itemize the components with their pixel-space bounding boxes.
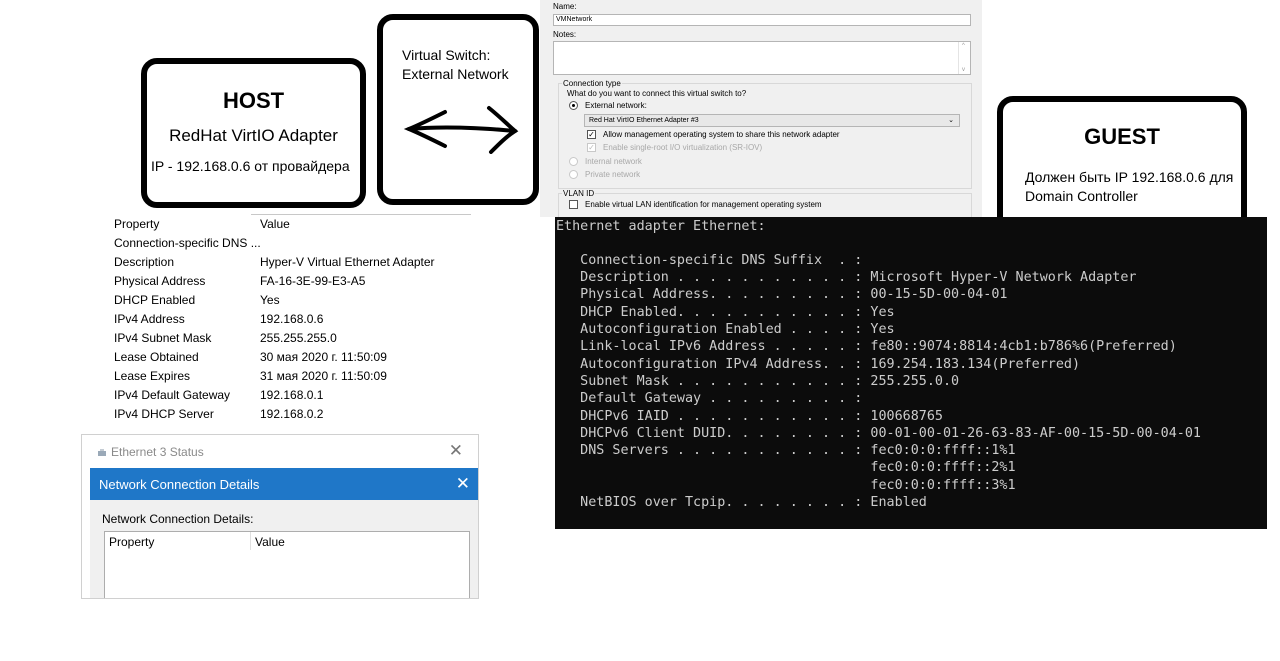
console-line: fec0:0:0:ffff::2%1 — [556, 460, 1016, 475]
table-row[interactable]: DHCP Enabled Yes — [111, 290, 471, 309]
connection-details-titlebar: Network Connection Details ✕ — [90, 468, 478, 500]
table-row[interactable]: IPv4 Address 192.168.0.6 — [111, 309, 471, 328]
connection-question: What do you want to connect this virtual… — [567, 89, 747, 98]
column-divider[interactable] — [250, 532, 251, 550]
property-value: Hyper-V Virtual Ethernet Adapter — [260, 255, 435, 269]
table-row[interactable]: Connection-specific DNS ... — [111, 233, 471, 252]
property-name: DHCP Enabled — [114, 293, 196, 307]
name-label: Name: — [553, 2, 577, 11]
sriov-label: Enable single-root I/O virtualization (S… — [603, 143, 763, 152]
vlan-id-label: VLAN ID — [562, 189, 596, 198]
console-line: Description . . . . . . . . . . . : Micr… — [556, 270, 1137, 285]
table-header-row: Property Value — [111, 214, 471, 233]
console-line: Default Gateway . . . . . . . . . : — [556, 391, 863, 406]
console-line: DNS Servers . . . . . . . . . . . : fec0… — [556, 443, 1016, 458]
network-adapter-select[interactable]: Red Hat VirtIO Ethernet Adapter #3 ⌄ — [584, 114, 960, 127]
external-network-radio[interactable] — [569, 101, 578, 110]
property-value: 31 мая 2020 г. 11:50:09 — [260, 369, 387, 383]
ethernet-status-title: Ethernet 3 Status — [111, 445, 204, 459]
virtual-switch-label: Virtual Switch: External Network — [402, 47, 509, 82]
external-network-label: External network: — [585, 101, 647, 110]
close-icon[interactable]: ✕ — [449, 441, 463, 461]
virtual-switch-annotation-box: Virtual Switch: External Network — [377, 14, 539, 205]
property-value: 30 мая 2020 г. 11:50:09 — [260, 350, 387, 364]
internal-network-label: Internal network — [585, 157, 642, 166]
virtual-switch-properties-panel: Name: VMNetwork Notes: ^ v Connection ty… — [540, 0, 982, 221]
host-annotation-box: HOST RedHat VirtIO Adapter IP - 192.168.… — [141, 58, 366, 208]
console-line: Autoconfiguration IPv4 Address. . : 169.… — [556, 357, 1081, 372]
console-line: Subnet Mask . . . . . . . . . . . : 255.… — [556, 374, 960, 389]
table-row[interactable]: IPv4 DHCP Server 192.168.0.2 — [111, 404, 471, 423]
column-header-value: Value — [260, 217, 290, 231]
notes-scrollbar[interactable]: ^ v — [958, 42, 970, 74]
property-name: IPv4 DHCP Server — [114, 407, 214, 421]
bidirectional-arrow-icon — [403, 106, 519, 154]
private-network-label: Private network — [585, 170, 641, 179]
connection-details-list[interactable]: Property Value — [104, 531, 470, 598]
network-adapter-icon — [98, 449, 106, 456]
scroll-up-icon[interactable]: ^ — [962, 43, 965, 49]
console-line: DHCP Enabled. . . . . . . . . . . : Yes — [556, 305, 895, 320]
property-value: Yes — [260, 293, 280, 307]
switch-name-input[interactable]: VMNetwork — [553, 14, 971, 26]
guest-title: GUEST — [1084, 124, 1160, 149]
table-row[interactable]: IPv4 Subnet Mask 255.255.255.0 — [111, 328, 471, 347]
vlan-checkbox-label: Enable virtual LAN identification for ma… — [585, 200, 822, 209]
property-name: Lease Expires — [114, 369, 191, 383]
table-row[interactable]: IPv4 Default Gateway 192.168.0.1 — [111, 385, 471, 404]
console-line: DHCPv6 Client DUID. . . . . . . . : 00-0… — [556, 426, 1201, 441]
property-value: 192.168.0.1 — [260, 388, 324, 402]
column-header-property: Property — [114, 217, 160, 231]
property-value: 192.168.0.2 — [260, 407, 324, 421]
vlan-checkbox[interactable] — [569, 200, 578, 209]
scroll-down-icon[interactable]: v — [962, 67, 965, 73]
column-header-property: Property — [109, 535, 155, 549]
property-name: Description — [114, 255, 175, 269]
console-line: DHCPv6 IAID . . . . . . . . . . . : 1006… — [556, 409, 943, 424]
connection-type-label: Connection type — [562, 79, 622, 88]
internal-network-radio[interactable] — [569, 157, 578, 166]
connection-details-body: Network Connection Details: Property Val… — [90, 500, 478, 598]
property-name: IPv4 Address — [114, 312, 185, 326]
table-row[interactable]: Lease Expires 31 мая 2020 г. 11:50:09 — [111, 366, 471, 385]
close-icon[interactable]: ✕ — [456, 474, 470, 494]
notes-textarea[interactable]: ^ v — [553, 41, 971, 75]
property-name: Lease Obtained — [114, 350, 199, 364]
console-line: Autoconfiguration Enabled . . . . : Yes — [556, 322, 895, 337]
allow-management-label: Allow management operating system to sha… — [603, 130, 840, 139]
host-title: HOST — [222, 88, 285, 113]
console-line: Physical Address. . . . . . . . . : 00-1… — [556, 287, 1008, 302]
private-network-radio[interactable] — [569, 170, 578, 179]
notes-label: Notes: — [553, 30, 577, 39]
table-row[interactable]: Physical Address FA-16-3E-99-E3-A5 — [111, 271, 471, 290]
guest-ip-note: Должен быть IP 192.168.0.6 для Domain Co… — [1025, 169, 1234, 204]
connection-details-title: Network Connection Details — [99, 477, 260, 492]
chevron-down-icon: ⌄ — [948, 117, 954, 124]
console-line: Connection-specific DNS Suffix . : — [556, 253, 863, 268]
table-row[interactable]: Lease Obtained 30 мая 2020 г. 11:50:09 — [111, 347, 471, 366]
connection-details-label: Network Connection Details: — [102, 512, 254, 526]
property-name: Connection-specific DNS ... — [114, 236, 261, 250]
console-line: Link-local IPv6 Address . . . . . : fe80… — [556, 339, 1177, 354]
column-header-value: Value — [255, 535, 285, 549]
host-ip-label: IP - 192.168.0.6 от провайдера — [151, 158, 350, 174]
property-value: 255.255.255.0 — [260, 331, 337, 345]
ethernet-status-window: Ethernet 3 Status ✕ Network Connection D… — [81, 434, 479, 599]
console-line: fec0:0:0:ffff::3%1 — [556, 478, 1016, 493]
console-line: Ethernet adapter Ethernet: — [556, 219, 766, 234]
ipconfig-console: Ethernet adapter Ethernet: Connection-sp… — [555, 217, 1267, 529]
property-name: Physical Address — [114, 274, 206, 288]
property-name: IPv4 Subnet Mask — [114, 331, 212, 345]
ethernet-status-titlebar: Ethernet 3 Status ✕ — [82, 435, 478, 467]
property-name: IPv4 Default Gateway — [114, 388, 231, 402]
property-value: FA-16-3E-99-E3-A5 — [260, 274, 366, 288]
property-value: 192.168.0.6 — [260, 312, 324, 326]
allow-management-checkbox[interactable]: ✓ — [587, 130, 596, 139]
console-line: NetBIOS over Tcpip. . . . . . . . : Enab… — [556, 495, 927, 510]
sriov-checkbox[interactable]: ✓ — [587, 143, 596, 152]
table-row[interactable]: Description Hyper-V Virtual Ethernet Adap… — [111, 252, 471, 271]
host-adapter-label: RedHat VirtIO Adapter — [169, 126, 338, 145]
network-adapter-value: Red Hat VirtIO Ethernet Adapter #3 — [589, 117, 699, 124]
